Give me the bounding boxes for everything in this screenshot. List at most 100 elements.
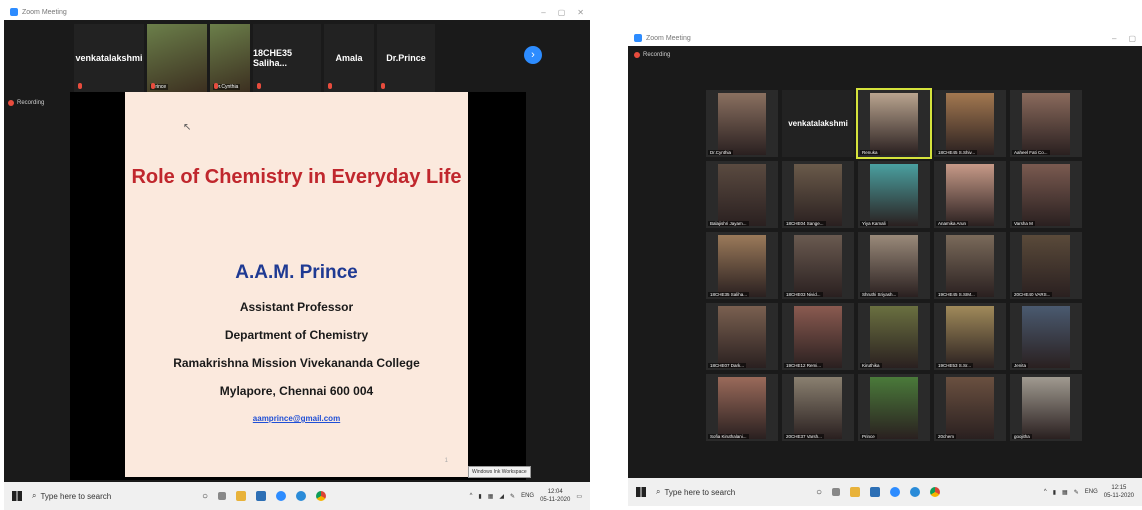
participant-tile[interactable]: Shruthi Sriyash... bbox=[858, 232, 930, 299]
next-page-button[interactable]: › bbox=[524, 46, 542, 64]
muted-mic-icon bbox=[257, 83, 261, 89]
battery-icon[interactable]: ▮ bbox=[1053, 489, 1056, 496]
file-explorer-icon[interactable] bbox=[850, 487, 861, 497]
recording-indicator: Recording bbox=[8, 100, 44, 106]
minimize-icon[interactable]: – bbox=[541, 8, 545, 17]
presenter-college: Ramakrishna Mission Vivekananda College bbox=[173, 356, 420, 370]
participant-video bbox=[794, 234, 842, 297]
pen-icon[interactable]: ✎ bbox=[1074, 489, 1079, 496]
participant-tile[interactable]: 18CHE35 Saliha... bbox=[706, 232, 778, 299]
chrome-icon[interactable] bbox=[930, 487, 941, 497]
participant-tile[interactable]: 18CHE04 Sange... bbox=[782, 161, 854, 228]
participant-tile[interactable]: 18CHE35 Saliha... bbox=[253, 24, 321, 92]
edge-icon[interactable] bbox=[296, 491, 307, 501]
participant-tile[interactable]: 19CHE45 S.SIM... bbox=[934, 232, 1006, 299]
participant-video bbox=[1022, 376, 1070, 439]
maximize-icon[interactable]: ▢ bbox=[1128, 34, 1136, 43]
cortana-icon[interactable]: ○ bbox=[202, 491, 208, 502]
zoom-app-icon[interactable] bbox=[276, 491, 287, 501]
network-icon[interactable]: ▦ bbox=[1062, 489, 1068, 496]
battery-icon[interactable]: ▮ bbox=[478, 493, 481, 500]
participant-tile[interactable]: Jenita bbox=[1010, 303, 1082, 370]
minimize-icon[interactable]: – bbox=[1112, 34, 1116, 43]
participant-tile[interactable]: Aaheel Fati Co... bbox=[1010, 90, 1082, 157]
window-title: Zoom Meeting bbox=[22, 8, 67, 16]
participant-name: 19CHE45 S.SIM... bbox=[936, 292, 977, 297]
file-explorer-icon[interactable] bbox=[236, 491, 247, 501]
network-icon[interactable]: ▦ bbox=[488, 493, 494, 500]
chrome-icon[interactable] bbox=[316, 491, 327, 501]
participant-name: goojitha bbox=[1012, 434, 1032, 439]
windows-start-icon[interactable] bbox=[12, 491, 22, 501]
taskbar-search[interactable]: ⌕ Type here to search bbox=[32, 491, 182, 501]
participant-tile[interactable]: 19CHE12 Remi... bbox=[782, 303, 854, 370]
participant-tile[interactable]: Kiruthika bbox=[858, 303, 930, 370]
participant-video bbox=[946, 376, 994, 439]
participant-tile[interactable]: Dr.Cynthia bbox=[706, 90, 778, 157]
notification-icon[interactable]: ▭ bbox=[576, 493, 582, 500]
participant-tile[interactable]: Sofia Kiruthalani... bbox=[706, 374, 778, 441]
edge-icon[interactable] bbox=[910, 487, 921, 497]
presentation-slide: ↖ Role of Chemistry in Everyday Life A.A… bbox=[125, 92, 468, 477]
recording-indicator: Recording bbox=[634, 52, 670, 58]
maximize-icon[interactable]: ▢ bbox=[558, 8, 566, 17]
participant-tile[interactable]: 20CHE37 Varsh... bbox=[782, 374, 854, 441]
cortana-icon[interactable]: ○ bbox=[816, 487, 822, 498]
participant-tile[interactable]: Anamika Arun bbox=[934, 161, 1006, 228]
participant-tile[interactable]: Prince bbox=[147, 24, 207, 92]
participant-video bbox=[946, 234, 994, 297]
participant-video bbox=[1022, 92, 1070, 155]
participant-tile[interactable]: Prince bbox=[858, 374, 930, 441]
participant-video bbox=[794, 376, 842, 439]
store-icon[interactable] bbox=[870, 487, 881, 497]
participant-tile[interactable]: venkatalakshmi bbox=[74, 24, 144, 92]
store-icon[interactable] bbox=[256, 491, 267, 501]
muted-mic-icon bbox=[78, 83, 82, 89]
participant-tile[interactable]: venkatalakshmi bbox=[782, 90, 854, 157]
chevron-up-icon[interactable]: ^ bbox=[1044, 489, 1047, 495]
participant-tile[interactable]: 18CHE07 Dark... bbox=[706, 303, 778, 370]
participant-tile[interactable]: goojitha bbox=[1010, 374, 1082, 441]
participant-tile[interactable]: Dr.Prince bbox=[377, 24, 435, 92]
participant-tile[interactable]: 18CHE45 S.Shiv... bbox=[934, 90, 1006, 157]
volume-icon[interactable]: ◢ bbox=[499, 493, 504, 500]
participant-tile[interactable]: 20chem bbox=[934, 374, 1006, 441]
participant-tile[interactable]: 19CHE53 S.Sr... bbox=[934, 303, 1006, 370]
participant-tile[interactable]: Renuka bbox=[856, 88, 932, 159]
participant-video bbox=[718, 376, 766, 439]
chevron-up-icon[interactable]: ^ bbox=[470, 493, 473, 499]
language-indicator[interactable]: ENG bbox=[521, 493, 534, 499]
participant-tile[interactable]: Dr.Cynthia bbox=[210, 24, 250, 92]
recording-label: Recording bbox=[17, 100, 45, 106]
participant-video bbox=[718, 92, 766, 155]
task-view-icon[interactable] bbox=[218, 492, 227, 500]
taskbar: ⌕ Type here to search ○ ^ ▮ ▦ ✎ ENG 12:1… bbox=[628, 478, 1142, 506]
clock-time: 12:15 bbox=[1111, 485, 1127, 491]
task-view-icon[interactable] bbox=[832, 488, 841, 496]
participant-name: 18CHE03 Nivid... bbox=[784, 292, 823, 297]
participant-video bbox=[794, 163, 842, 226]
zoom-app-icon[interactable] bbox=[890, 487, 901, 497]
clock[interactable]: 12:04 05-11-2020 bbox=[540, 488, 570, 504]
taskbar-search[interactable]: ⌕ Type here to search bbox=[656, 487, 806, 497]
language-indicator[interactable]: ENG bbox=[1085, 489, 1098, 495]
participant-name: 20chem bbox=[936, 434, 957, 439]
presenter-email[interactable]: aamprince@gmail.com bbox=[125, 414, 468, 423]
participant-tile[interactable]: 20CHE40 VARS... bbox=[1010, 232, 1082, 299]
participant-tile[interactable]: Varsha M bbox=[1010, 161, 1082, 228]
clock[interactable]: 12:15 05-11-2020 bbox=[1104, 484, 1134, 500]
presenter-name: A.A.M. Prince bbox=[235, 262, 358, 283]
participant-tile[interactable]: Yiya Kamali bbox=[858, 161, 930, 228]
pen-icon[interactable]: ✎ bbox=[510, 493, 515, 500]
clock-time: 12:04 bbox=[547, 489, 563, 495]
participant-tile[interactable]: Balajishri Jayam... bbox=[706, 161, 778, 228]
close-icon[interactable]: ✕ bbox=[577, 8, 584, 17]
participant-tile[interactable]: Amala bbox=[324, 24, 374, 92]
participant-video bbox=[946, 92, 994, 155]
participant-name: Anamika Arun bbox=[936, 221, 969, 226]
slide-title: Role of Chemistry in Everyday Life bbox=[131, 166, 462, 188]
participant-tile[interactable]: 18CHE03 Nivid... bbox=[782, 232, 854, 299]
participant-name: 18CHE35 Saliha... bbox=[253, 48, 293, 68]
windows-start-icon[interactable] bbox=[636, 487, 646, 497]
participant-video bbox=[718, 163, 766, 226]
